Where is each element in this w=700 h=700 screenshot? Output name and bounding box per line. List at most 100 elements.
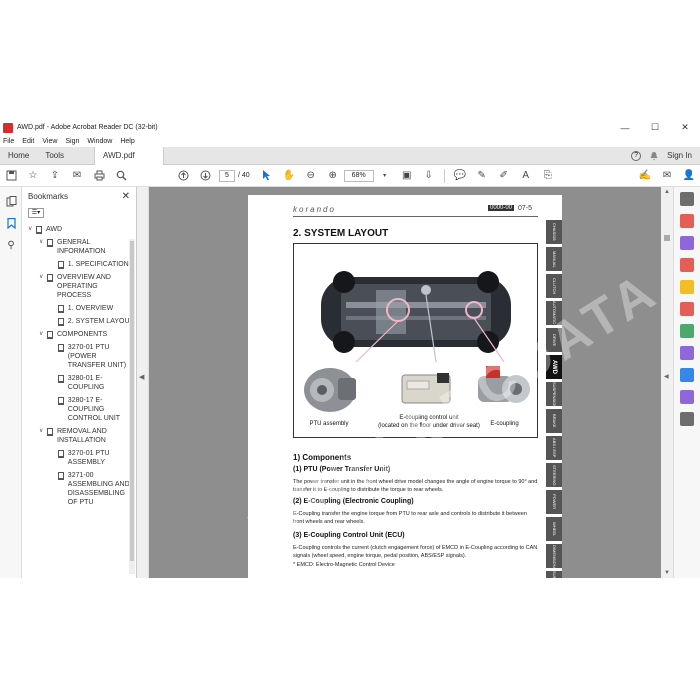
chevron-down-icon[interactable]: ∨ [39, 238, 47, 256]
chevron-down-icon[interactable]: ∨ [39, 273, 47, 300]
sign-in-link[interactable]: Sign In [667, 151, 692, 160]
protect-icon[interactable] [680, 368, 694, 382]
menu-edit[interactable]: Edit [22, 138, 34, 145]
bookmark-label: 1. OVERVIEW [67, 305, 114, 312]
chevron-down-icon[interactable]: ∨ [39, 427, 47, 445]
bookmark-item[interactable]: 3280-01 E-COUPLING [22, 374, 136, 392]
panel-collapse-handle[interactable]: ◀ [137, 187, 149, 578]
maximize-button[interactable]: ☐ [640, 122, 670, 133]
scan-icon[interactable] [680, 324, 694, 338]
organize-icon[interactable] [680, 236, 694, 250]
menu-sign[interactable]: Sign [65, 138, 79, 145]
bookmark-options-icon[interactable]: ☰▾ [28, 208, 44, 218]
tab-document[interactable]: AWD.pdf × [94, 146, 165, 178]
scroll-up-icon[interactable]: ▲ [664, 189, 670, 195]
zoom-level-select[interactable]: 68% [343, 169, 374, 182]
tab-home[interactable]: Home [0, 147, 37, 165]
bookmark-item[interactable]: ∨ REMOVAL AND INSTALLATION [22, 427, 136, 445]
bookmark-icon[interactable] [3, 215, 19, 231]
menu-window[interactable]: Window [87, 138, 112, 145]
previous-page-icon[interactable] [175, 168, 191, 184]
bookmark-item[interactable]: 3280-17 E-COUPLING CONTROL UNIT [22, 396, 136, 423]
star-icon[interactable]: ☆ [25, 168, 41, 184]
pages-icon[interactable] [3, 193, 19, 209]
acrobat-app-icon [3, 122, 13, 133]
pen-icon[interactable] [680, 390, 694, 404]
export-pdf-icon[interactable] [680, 214, 694, 228]
emcd-note: * EMCD: Electro-Magnetic Control Device [293, 562, 395, 568]
notification-bell-icon[interactable] [649, 151, 659, 161]
attachment-icon[interactable]: ⚲ [3, 237, 19, 253]
comment-icon[interactable]: 💬 [452, 168, 468, 184]
help-icon[interactable]: ? [631, 150, 642, 161]
next-page-icon[interactable] [197, 168, 213, 184]
fill-sign-icon[interactable] [680, 346, 694, 360]
bookmark-flag-icon [57, 375, 64, 383]
bookmark-item[interactable]: ∨ COMPONENTS [22, 330, 136, 339]
menu-view[interactable]: View [42, 138, 57, 145]
bookmarks-scroll-thumb[interactable] [130, 241, 134, 561]
bookmark-item[interactable]: ∨ OVERVIEW AND OPERATING PROCESS [22, 273, 136, 300]
page-total: / 40 [238, 172, 250, 179]
select-tool-icon[interactable] [259, 168, 275, 184]
menu-help[interactable]: Help [120, 138, 134, 145]
create-pdf-icon[interactable] [680, 258, 694, 272]
scroll-mode-icon[interactable]: ⇩ [421, 168, 437, 184]
document-viewer[interactable]: korando 0000-00 07-5 2. SYSTEM LAYOUT PT… [149, 187, 661, 578]
fill-sign-icon[interactable]: ✍ [637, 168, 653, 184]
email-icon[interactable]: ✉ [69, 168, 85, 184]
bookmarks-scrollbar[interactable] [129, 239, 135, 574]
search-icon[interactable] [113, 168, 129, 184]
draw-icon[interactable]: ✐ [496, 168, 512, 184]
add-user-icon[interactable]: 👤 [681, 168, 697, 184]
side-tab: SUBSYSTEM [546, 571, 562, 578]
document-scroll-thumb[interactable] [664, 235, 670, 241]
bookmark-label: 3270-01 PTU ASSEMBLY [67, 450, 110, 466]
bookmark-item[interactable]: 3270-01 PTU ASSEMBLY [22, 449, 136, 467]
collapse-arrow-icon[interactable]: ◀ [139, 373, 144, 381]
close-panel-icon[interactable]: ✕ [122, 191, 130, 202]
bookmark-item[interactable]: 1. SPECIFICATION [22, 260, 136, 269]
brand-logo: korando [293, 205, 336, 214]
bookmark-flag-icon [57, 450, 64, 458]
zoom-in-icon[interactable]: ⊕ [325, 168, 341, 184]
zoom-out-icon[interactable]: ⊖ [303, 168, 319, 184]
upload-icon[interactable]: ⇪ [47, 168, 63, 184]
main-toolbar: ☆ ⇪ ✉ 5 / 40 ✋ ⊖ ⊕ 68% ▾ ▣ ⇩ 💬 ✎ ✐ A ⎘ ✍… [0, 165, 700, 187]
bookmark-item[interactable]: 2. SYSTEM LAYOUT [22, 317, 136, 326]
bookmark-item[interactable]: ∨ AWD [22, 225, 136, 234]
tab-bar: Home Tools AWD.pdf × ? Sign In [0, 146, 700, 178]
chapter-side-tabs: CHASSIS SYSTEM MANUAL TRANS CLUTCH AUTOMATI… [546, 220, 562, 578]
more-tools-icon[interactable] [680, 412, 694, 426]
page-number-label: 07-5 [518, 205, 533, 212]
right-panel-toggle-icon[interactable]: ◀ [664, 373, 669, 380]
tab-tools[interactable]: Tools [37, 147, 72, 165]
print-icon[interactable] [91, 168, 107, 184]
bookmark-item[interactable]: 3271-00 ASSEMBLING AND DISASSEMBLING OF … [22, 471, 136, 507]
minimize-button[interactable]: — [610, 123, 640, 133]
save-icon[interactable] [3, 168, 19, 184]
hand-tool-icon[interactable]: ✋ [281, 168, 297, 184]
chevron-down-icon[interactable]: ∨ [39, 330, 47, 339]
bookmark-item[interactable]: 3270-01 PTU (POWER TRANSFER UNIT) [22, 343, 136, 370]
bookmark-item[interactable]: 1. OVERVIEW [22, 304, 136, 313]
bookmark-item[interactable]: ∨ GENERAL INFORMATION [22, 238, 136, 256]
chevron-down-icon[interactable]: ∨ [28, 225, 36, 234]
close-window-button[interactable]: ✕ [670, 122, 700, 133]
page-number-input[interactable]: 5 [219, 169, 235, 182]
comment-icon[interactable] [680, 280, 694, 294]
zoom-dropdown-icon[interactable]: ▾ [377, 168, 393, 184]
menu-file[interactable]: File [3, 138, 14, 145]
edit-pdf-icon[interactable] [680, 302, 694, 316]
stamp-icon[interactable]: ⎘ [540, 168, 556, 184]
page-fit-icon[interactable]: ▣ [399, 168, 415, 184]
scroll-down-icon[interactable]: ▼ [664, 570, 670, 576]
side-tab: DRIVE SHAFT [546, 328, 562, 352]
highlight-icon[interactable]: ✎ [474, 168, 490, 184]
mail-icon[interactable]: ✉ [659, 168, 675, 184]
text-tool-icon[interactable]: A [518, 168, 534, 184]
document-scrollbar[interactable]: ▲ ◀ ▼ [661, 187, 673, 578]
zoom-icon[interactable] [680, 192, 694, 206]
